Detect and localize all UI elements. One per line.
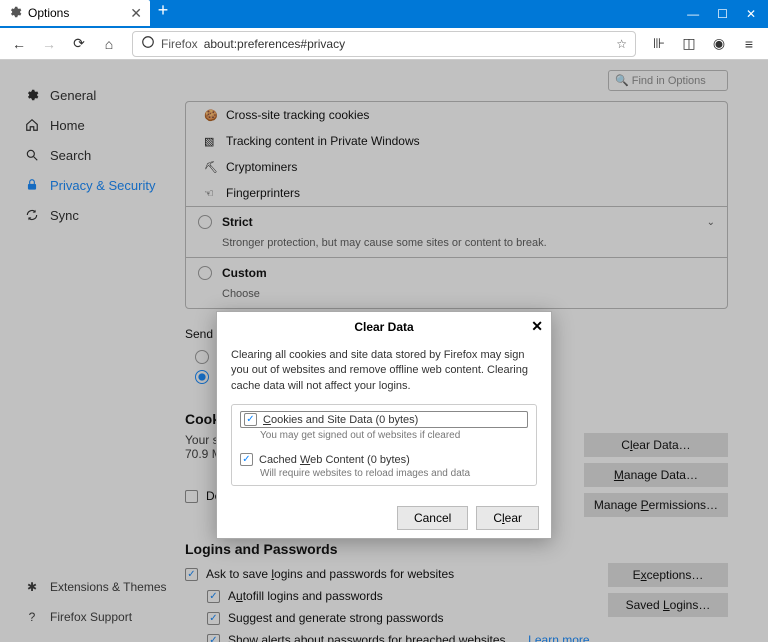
dialog-cancel-button[interactable]: Cancel bbox=[397, 506, 468, 530]
window-titlebar: Options ✕ + — ☐ ✕ bbox=[0, 0, 768, 28]
url-bar[interactable]: Firefox about:preferences#privacy ☆ bbox=[132, 31, 636, 57]
account-icon[interactable]: ◉ bbox=[706, 31, 732, 57]
close-tab-icon[interactable]: ✕ bbox=[130, 5, 142, 22]
close-window-button[interactable]: ✕ bbox=[746, 7, 756, 21]
url-prefix: Firefox bbox=[161, 37, 198, 51]
browser-tab[interactable]: Options ✕ bbox=[0, 0, 150, 26]
menu-icon[interactable]: ≡ bbox=[736, 31, 762, 57]
firefox-icon bbox=[141, 35, 155, 52]
reload-button[interactable]: ⟳ bbox=[66, 31, 92, 57]
home-button[interactable]: ⌂ bbox=[96, 31, 122, 57]
dialog-clear-button[interactable]: Clear bbox=[476, 506, 539, 530]
forward-button[interactable]: → bbox=[36, 31, 62, 57]
dialog-description: Clearing all cookies and site data store… bbox=[231, 348, 537, 394]
cookies-sitedata-checkbox[interactable] bbox=[244, 413, 257, 426]
maximize-button[interactable]: ☐ bbox=[717, 7, 728, 21]
browser-toolbar: ← → ⟳ ⌂ Firefox about:preferences#privac… bbox=[0, 28, 768, 60]
back-button[interactable]: ← bbox=[6, 31, 32, 57]
url-text: about:preferences#privacy bbox=[204, 37, 345, 51]
sidebar-icon[interactable]: ◫ bbox=[676, 31, 702, 57]
minimize-button[interactable]: — bbox=[687, 7, 699, 21]
clear-data-dialog: Clear Data ✕ Clearing all cookies and si… bbox=[216, 311, 552, 539]
bookmark-star-icon[interactable]: ☆ bbox=[616, 37, 627, 51]
tab-title: Options bbox=[28, 6, 69, 20]
dialog-title: Clear Data bbox=[354, 320, 413, 334]
new-tab-button[interactable]: + bbox=[150, 0, 176, 28]
dialog-close-button[interactable]: ✕ bbox=[531, 318, 543, 335]
gear-icon bbox=[8, 5, 22, 22]
cached-content-checkbox[interactable] bbox=[240, 453, 253, 466]
library-icon[interactable]: ⊪ bbox=[646, 31, 672, 57]
